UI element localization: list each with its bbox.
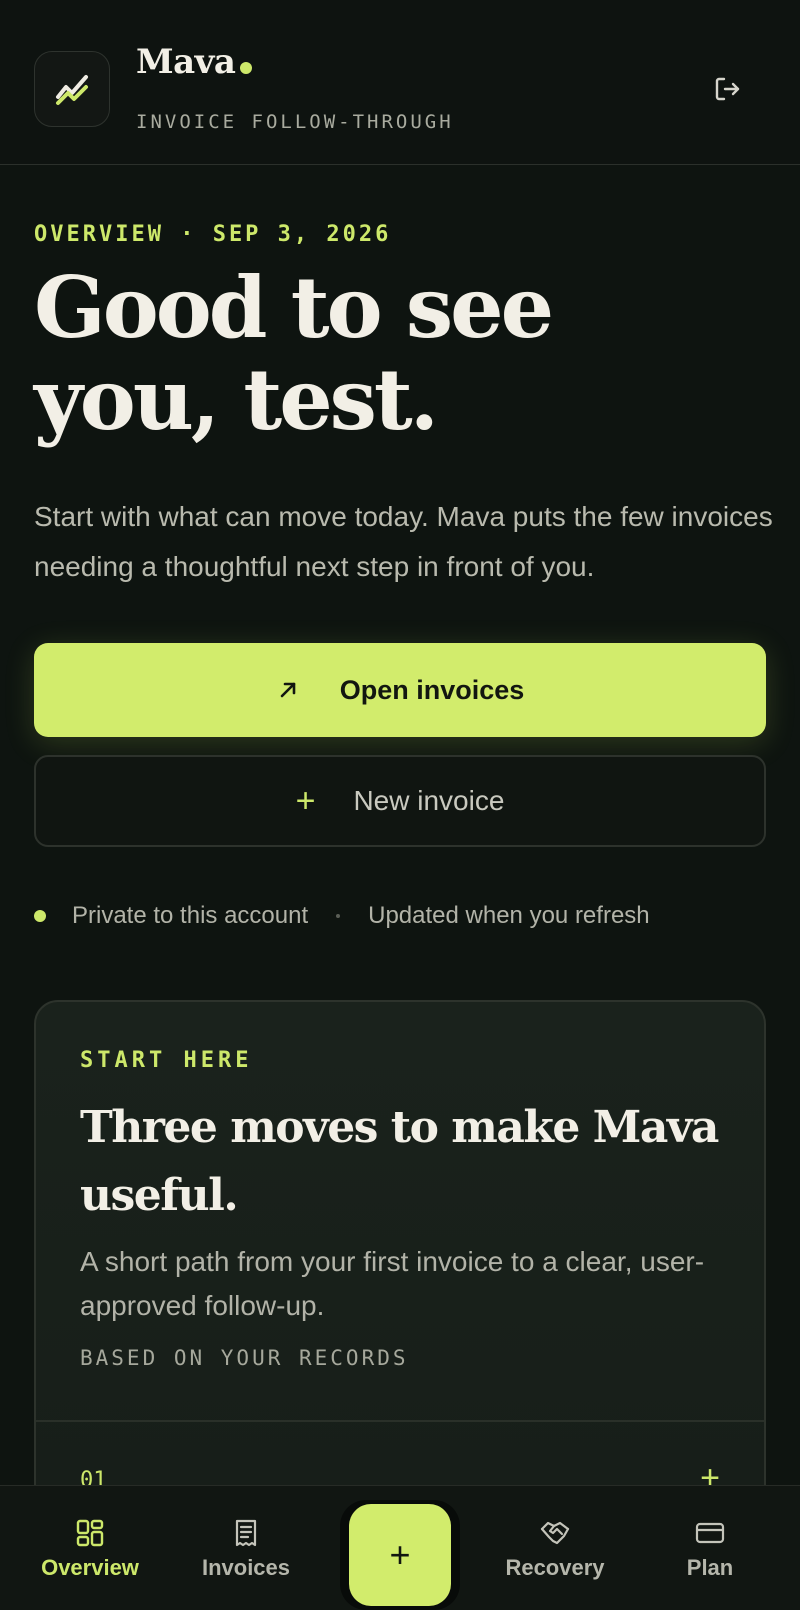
new-invoice-label: New invoice	[353, 785, 505, 816]
brand-name: Mava	[136, 42, 236, 82]
logout-icon[interactable]	[710, 72, 744, 106]
intro-text: Start with what can move today. Mava put…	[34, 501, 773, 582]
handshake-icon	[540, 1521, 570, 1544]
receipt-icon	[235, 1519, 257, 1546]
private-dot-icon	[34, 910, 46, 922]
credit-card-icon	[695, 1522, 725, 1543]
app-header: Mava INVOICE FOLLOW-THROUGH	[0, 0, 800, 165]
nav-item-plan[interactable]: Plan	[660, 1486, 760, 1610]
nav-label-overview: Overview	[41, 1554, 139, 1580]
plus-icon: +	[389, 1534, 411, 1575]
separator-dot	[336, 914, 341, 918]
privacy-note: Private to this account	[72, 902, 309, 929]
chart-check-logo-icon	[34, 51, 110, 127]
card-description: A short path from your first invoice to …	[80, 1246, 705, 1321]
brand-tagline: INVOICE FOLLOW-THROUGH	[136, 111, 454, 133]
nav-label-recovery: Recovery	[505, 1554, 605, 1580]
card-divider	[36, 1420, 764, 1422]
grid-icon	[76, 1519, 104, 1546]
nav-item-invoices[interactable]: Invoices	[196, 1486, 296, 1610]
nav-item-overview[interactable]: Overview	[38, 1486, 142, 1610]
refresh-note: Updated when you refresh	[368, 902, 650, 929]
nav-label-plan: Plan	[686, 1554, 734, 1580]
card-meta: BASED ON YOUR RECORDS	[80, 1346, 409, 1370]
add-fab-button[interactable]: +	[349, 1504, 451, 1606]
new-invoice-button[interactable]: + New invoice	[34, 755, 766, 847]
card-eyebrow: START HERE	[80, 1048, 253, 1073]
card-title: Three moves to make Mava useful.	[80, 1102, 719, 1221]
nav-label-invoices: Invoices	[201, 1554, 291, 1580]
status-dot	[240, 62, 252, 74]
open-invoices-button[interactable]: Open invoices	[34, 643, 766, 737]
arrow-up-right-icon	[280, 682, 296, 698]
plus-icon: +	[295, 782, 316, 820]
nav-item-recovery[interactable]: Recovery	[500, 1486, 610, 1610]
page-title: Good to see you, test.	[34, 258, 554, 449]
overview-date-eyebrow: OVERVIEW · SEP 3, 2026	[34, 222, 392, 247]
meta-row: Private to this account Updated when you…	[34, 898, 650, 934]
open-invoices-label: Open invoices	[339, 674, 525, 705]
